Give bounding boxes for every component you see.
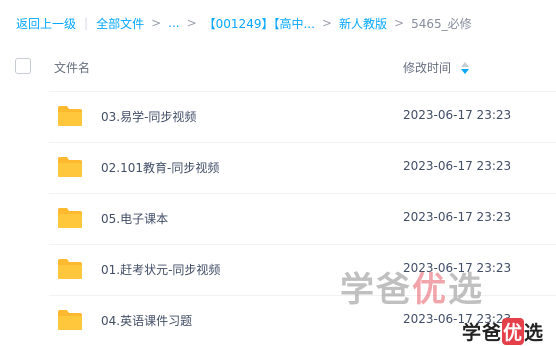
breadcrumb-item-current: 5465_必修 xyxy=(411,16,472,31)
divider: | xyxy=(84,16,89,30)
column-header-modified[interactable]: 修改时间 xyxy=(403,59,470,76)
table-row[interactable]: 01.赶考状元-同步视频 2023-06-17 23:23 xyxy=(49,244,556,295)
breadcrumb-item-course[interactable]: 【001249】【高中... xyxy=(204,15,315,32)
table-header: 文件名 修改时间 xyxy=(0,48,556,86)
file-modified-time: 2023-06-17 23:23 xyxy=(403,210,512,224)
folder-icon xyxy=(58,259,82,279)
folder-icon xyxy=(58,106,82,126)
chevron-right-icon: > xyxy=(394,16,405,30)
select-all-checkbox[interactable] xyxy=(15,58,31,74)
table-row[interactable]: 05.电子课本 2023-06-17 23:23 xyxy=(49,193,556,244)
column-header-modified-label: 修改时间 xyxy=(403,61,452,75)
file-name[interactable]: 05.电子课本 xyxy=(101,210,168,227)
sort-icon[interactable] xyxy=(461,61,470,74)
file-modified-time: 2023-06-17 23:23 xyxy=(403,312,512,326)
file-name[interactable]: 01.赶考状元-同步视频 xyxy=(101,261,220,278)
back-link[interactable]: 返回上一级 xyxy=(16,15,76,32)
file-name[interactable]: 02.101教育-同步视频 xyxy=(101,159,219,176)
table-row[interactable]: 04.英语课件习题 2023-06-17 23:23 xyxy=(49,295,556,346)
table-row[interactable]: 03.易学-同步视频 2023-06-17 23:23 xyxy=(49,91,556,142)
chevron-right-icon: > xyxy=(151,16,162,30)
breadcrumb-item-ellipsis[interactable]: ... xyxy=(168,16,179,30)
breadcrumb-item-all-files[interactable]: 全部文件 xyxy=(96,15,144,32)
folder-icon xyxy=(58,310,82,330)
chevron-right-icon: > xyxy=(321,16,332,30)
column-header-name[interactable]: 文件名 xyxy=(54,59,90,76)
folder-icon xyxy=(58,157,82,177)
file-modified-time: 2023-06-17 23:23 xyxy=(403,108,512,122)
file-name[interactable]: 03.易学-同步视频 xyxy=(101,108,196,125)
table-row[interactable]: 02.101教育-同步视频 2023-06-17 23:23 xyxy=(49,142,556,193)
chevron-right-icon: > xyxy=(186,16,197,30)
breadcrumb-item-edition[interactable]: 新人教版 xyxy=(339,15,387,32)
file-name[interactable]: 04.英语课件习题 xyxy=(101,312,192,329)
file-modified-time: 2023-06-17 23:23 xyxy=(403,261,512,275)
folder-icon xyxy=(58,208,82,228)
breadcrumb: 返回上一级 | 全部文件 > ... > 【001249】【高中... > 新人… xyxy=(16,14,472,32)
file-modified-time: 2023-06-17 23:23 xyxy=(403,159,512,173)
